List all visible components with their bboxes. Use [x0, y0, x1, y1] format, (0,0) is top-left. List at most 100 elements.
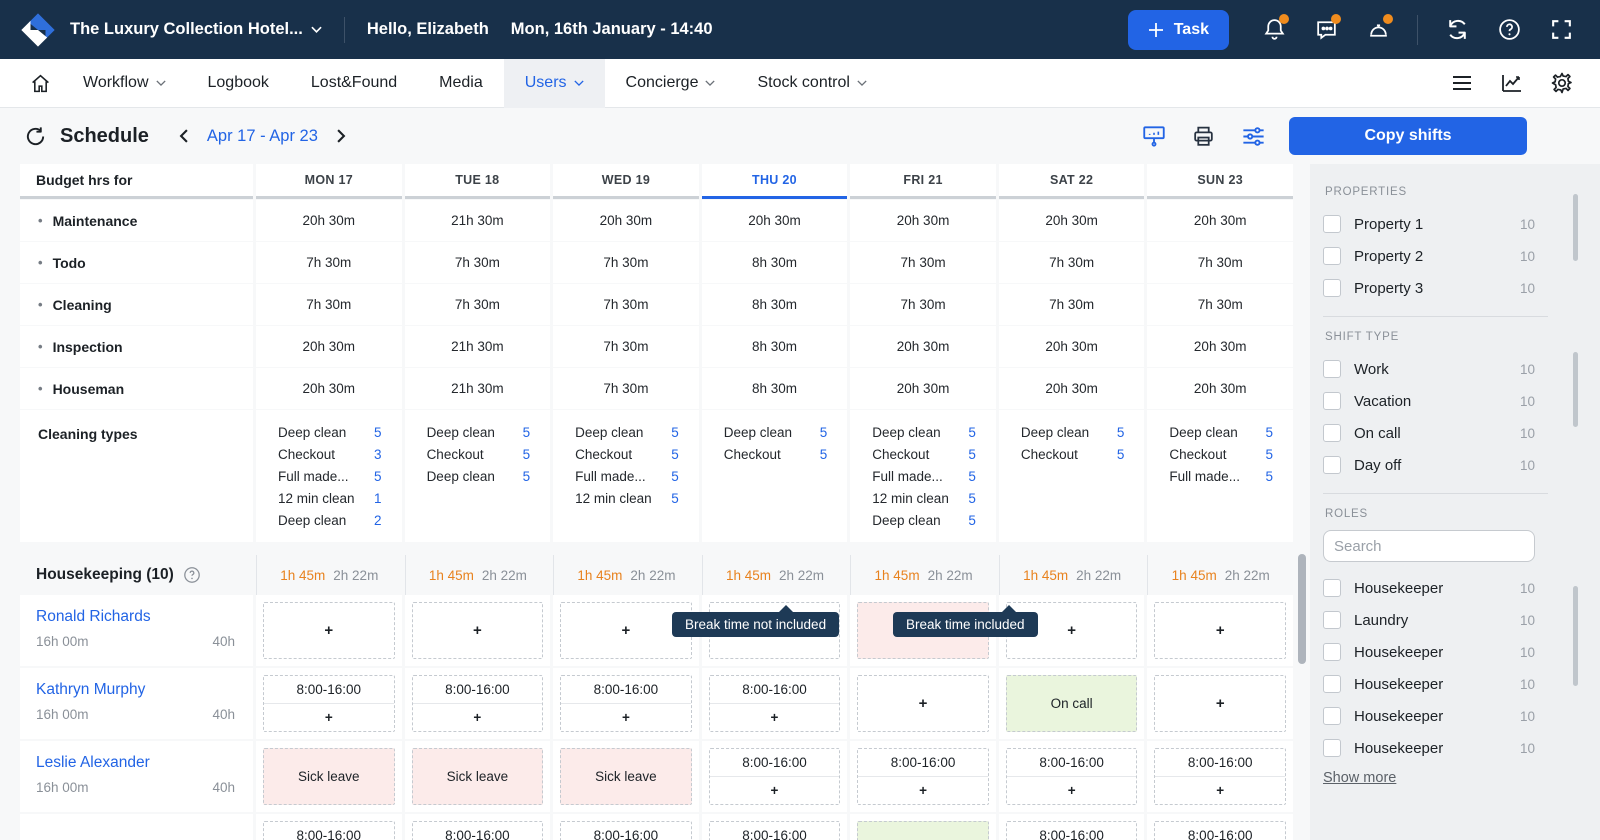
add-shift-button[interactable]: + [710, 777, 840, 804]
checkbox[interactable] [1323, 707, 1341, 725]
menu-button[interactable] [1450, 71, 1474, 95]
filter-property-3[interactable]: Property 3 10 [1323, 272, 1535, 304]
add-shift-button[interactable]: + [264, 704, 394, 731]
sick-leave-chip[interactable]: Sick leave [560, 748, 692, 805]
shift-chip[interactable]: 8:00-16:00 [264, 676, 394, 704]
checkbox[interactable] [1323, 643, 1341, 661]
shift-chip[interactable]: 8:00-16:00 [1155, 822, 1285, 840]
add-shift-button[interactable]: + [1154, 675, 1286, 732]
presentation-mode-button[interactable] [1141, 123, 1167, 149]
add-shift-button[interactable]: + [413, 704, 543, 731]
nav-item-concierge[interactable]: Concierge [605, 59, 737, 108]
search-input[interactable] [1334, 538, 1533, 555]
filter-shift-dayoff[interactable]: Day off 10 [1323, 449, 1535, 481]
day-header-tue[interactable]: TUE 18 [405, 164, 551, 199]
hotel-selector[interactable]: The Luxury Collection Hotel... [70, 20, 322, 39]
nav-home-button[interactable] [18, 59, 62, 108]
shift-chip[interactable]: 8:00-16:00 [710, 676, 840, 704]
filter-shift-work[interactable]: Work 10 [1323, 353, 1535, 385]
analytics-button[interactable] [1500, 71, 1524, 95]
checkbox[interactable] [1323, 247, 1341, 265]
print-button[interactable] [1191, 124, 1216, 149]
checkbox[interactable] [1323, 424, 1341, 442]
on-call-chip[interactable]: On call [1006, 675, 1138, 732]
checkbox[interactable] [1323, 279, 1341, 297]
employee-name-link[interactable]: Kathryn Murphy [36, 681, 237, 699]
filter-button[interactable] [1240, 123, 1267, 150]
add-shift-button[interactable]: + [1007, 777, 1137, 804]
settings-button[interactable] [1550, 71, 1574, 95]
filter-role[interactable]: Housekeeper 10 [1323, 636, 1535, 668]
add-shift-button[interactable]: + [263, 602, 395, 659]
service-requests-button[interactable] [1357, 9, 1399, 51]
filter-role[interactable]: Housekeeper 10 [1323, 700, 1535, 732]
checkbox[interactable] [1323, 675, 1341, 693]
nav-item-users[interactable]: Users [504, 59, 605, 108]
messages-button[interactable] [1305, 9, 1347, 51]
filter-shift-oncall[interactable]: On call 10 [1323, 417, 1535, 449]
shift-chip[interactable]: 8:00-16:00 [1155, 749, 1285, 777]
nav-item-media[interactable]: Media [418, 59, 504, 108]
sick-leave-chip[interactable]: Sick leave [263, 748, 395, 805]
roles-scrollbar[interactable] [1573, 586, 1578, 686]
properties-scrollbar[interactable] [1573, 194, 1578, 261]
checkbox[interactable] [1323, 360, 1341, 378]
add-shift-button[interactable]: + [1155, 777, 1285, 804]
checkbox[interactable] [1323, 392, 1341, 410]
filter-property-1[interactable]: Property 1 10 [1323, 208, 1535, 240]
notifications-button[interactable] [1253, 9, 1295, 51]
shift-chip[interactable]: 8:00-16:00 [413, 676, 543, 704]
refresh-button[interactable] [20, 121, 50, 151]
nav-item-logbook[interactable]: Logbook [187, 59, 290, 108]
date-range[interactable]: Apr 17 - Apr 23 [207, 127, 318, 146]
day-header-fri[interactable]: FRI 21 [850, 164, 996, 199]
day-header-mon[interactable]: MON 17 [256, 164, 402, 199]
shift-chip[interactable]: 8:00-16:00 [710, 749, 840, 777]
sick-leave-chip[interactable]: Sick leave [412, 748, 544, 805]
checkbox[interactable] [1323, 579, 1341, 597]
add-shift-button[interactable]: + [561, 704, 691, 731]
sync-button[interactable] [1436, 9, 1478, 51]
checkbox[interactable] [1323, 611, 1341, 629]
add-shift-button[interactable]: + [858, 777, 988, 804]
copy-shifts-button[interactable]: Copy shifts [1289, 117, 1527, 155]
add-shift-button[interactable]: + [857, 675, 989, 732]
help-button[interactable] [1488, 9, 1530, 51]
fullscreen-button[interactable] [1540, 9, 1582, 51]
shift-chip[interactable]: 8:00-16:00 [413, 822, 543, 840]
checkbox[interactable] [1323, 456, 1341, 474]
roles-search[interactable] [1323, 530, 1535, 562]
nav-item-workflow[interactable]: Workflow [62, 59, 187, 108]
add-task-button[interactable]: Task [1128, 10, 1229, 50]
nav-item-stock-control[interactable]: Stock control [736, 59, 887, 108]
shift-chip[interactable]: 8:00-16:00 [264, 822, 394, 840]
filter-role[interactable]: Laundry 10 [1323, 604, 1535, 636]
add-shift-button[interactable]: + [412, 602, 544, 659]
show-more-link[interactable]: Show more [1323, 770, 1396, 786]
shift-chip[interactable]: 8:00-16:00 [561, 676, 691, 704]
vertical-scrollbar[interactable] [1298, 554, 1306, 664]
filter-role[interactable]: Housekeeper 10 [1323, 732, 1535, 764]
on-call-chip[interactable]: On call [857, 821, 989, 840]
shift-chip[interactable]: 8:00-16:00 [1007, 822, 1137, 840]
employee-name-link[interactable]: Ronald Richards [36, 608, 237, 626]
shift-chip[interactable]: 8:00-16:00 [858, 749, 988, 777]
shift-type-scrollbar[interactable] [1573, 352, 1578, 427]
filter-property-2[interactable]: Property 2 10 [1323, 240, 1535, 272]
add-shift-button[interactable]: + [1154, 602, 1286, 659]
day-header-wed[interactable]: WED 19 [553, 164, 699, 199]
filter-role[interactable]: Housekeeper 10 [1323, 668, 1535, 700]
checkbox[interactable] [1323, 739, 1341, 757]
shift-chip[interactable]: 8:00-16:00 [710, 822, 840, 840]
shift-chip[interactable]: 8:00-16:00 [1007, 749, 1137, 777]
question-circle-icon[interactable] [183, 566, 201, 584]
day-header-sat[interactable]: SAT 22 [999, 164, 1145, 199]
day-header-sun[interactable]: SUN 23 [1147, 164, 1293, 199]
nav-item-lostfound[interactable]: Lost&Found [290, 59, 418, 108]
filter-role[interactable]: Housekeeper 10 [1323, 572, 1535, 604]
shift-chip[interactable]: 8:00-16:00 [561, 822, 691, 840]
checkbox[interactable] [1323, 215, 1341, 233]
filter-shift-vacation[interactable]: Vacation 10 [1323, 385, 1535, 417]
day-header-thu-active[interactable]: THU 20 [702, 164, 848, 199]
employee-name-link[interactable]: Leslie Alexander [36, 754, 237, 772]
